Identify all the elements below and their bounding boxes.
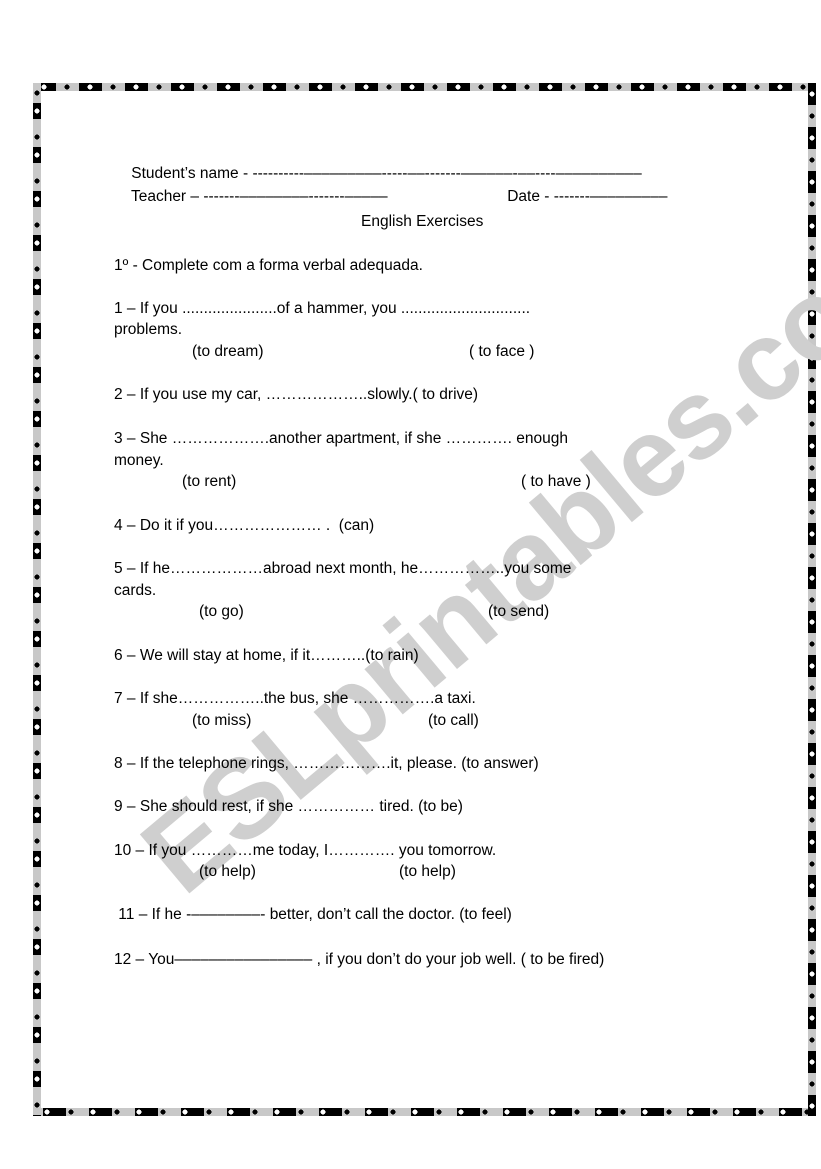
border-dots-bottom bbox=[33, 1108, 816, 1116]
exercise-5-hint-2: (to send) bbox=[488, 603, 550, 620]
teacher-label: Teacher – bbox=[130, 188, 204, 205]
exercise-5: 5 – If he………………abroad next month, he…………… bbox=[114, 560, 572, 577]
date-blank[interactable]: -------––––––––– bbox=[554, 188, 668, 205]
exercise-3-cont: money. bbox=[114, 452, 164, 469]
exercise-3-hint-1: (to rent) bbox=[182, 473, 237, 490]
exercise-10: 10 – If you …………me today, I…………. you tom… bbox=[114, 842, 497, 859]
exercise-8: 8 – If the telephone rings, ……………….it, p… bbox=[114, 755, 539, 772]
exercise-11: 11 – If he -––––––––- better, don’t call… bbox=[114, 906, 512, 923]
teacher-line: Teacher – -------––––––––-------––––– bbox=[114, 170, 388, 224]
instruction: 1º - Complete com a forma verbal adequad… bbox=[114, 257, 423, 274]
border-dots-left bbox=[33, 83, 41, 1116]
exercise-4: 4 – Do it if you………………… . (can) bbox=[114, 517, 375, 534]
border-dots-right bbox=[808, 83, 816, 1116]
exercise-1: 1 – If you ......................of a ha… bbox=[114, 300, 531, 317]
exercise-7-hint-1: (to miss) bbox=[192, 712, 252, 729]
page-title: English Exercises bbox=[361, 213, 484, 230]
exercise-7-hint-2: (to call) bbox=[428, 712, 479, 729]
exercise-10-hint-1: (to help) bbox=[199, 863, 256, 880]
border-dots-top bbox=[33, 83, 816, 91]
exercise-3: 3 – She ……………….another apartment, if she… bbox=[114, 430, 569, 447]
exercise-1-cont: problems. bbox=[114, 321, 183, 338]
exercise-7: 7 – If she……………..the bus, she …………….a ta… bbox=[114, 690, 476, 707]
exercise-6: 6 – We will stay at home, if it………..(to … bbox=[114, 647, 419, 664]
date-line: Date - -------––––––––– bbox=[490, 170, 667, 224]
exercise-1-hint-1: (to dream) bbox=[192, 343, 264, 360]
exercise-5-hint-1: (to go) bbox=[199, 603, 244, 620]
exercise-9: 9 – She should rest, if she …………… tired.… bbox=[114, 798, 463, 815]
teacher-blank[interactable]: -------––––––––-------––––– bbox=[203, 188, 387, 205]
exercise-5-cont: cards. bbox=[114, 582, 157, 599]
exercise-12: 12 – You–––––––––––––––– , if you don’t … bbox=[114, 951, 605, 968]
exercise-1-hint-2: ( to face ) bbox=[469, 343, 535, 360]
exercise-2: 2 – If you use my car, ………………..slowly.( … bbox=[114, 386, 479, 403]
date-label: Date - bbox=[507, 188, 554, 205]
watermark: ESLprintables.com bbox=[118, 190, 821, 917]
exercise-3-hint-2: ( to have ) bbox=[521, 473, 591, 490]
exercise-10-hint-2: (to help) bbox=[399, 863, 456, 880]
